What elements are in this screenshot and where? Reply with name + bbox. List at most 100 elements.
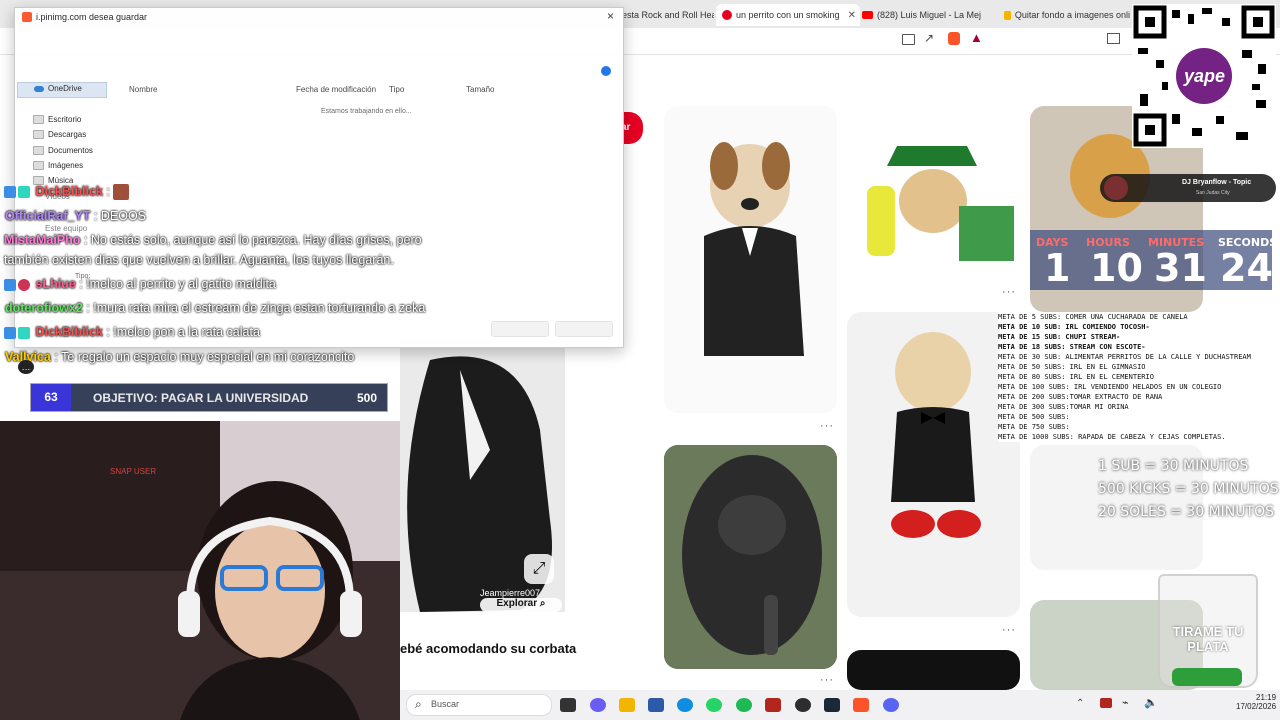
brave-icon[interactable] [853, 698, 869, 712]
copilot-icon[interactable] [590, 698, 606, 712]
sidebar-item-descargas[interactable]: Descargas [33, 130, 86, 139]
share-icon[interactable]: ↗ [924, 31, 934, 45]
sidebar-onedrive[interactable]: OneDrive [17, 82, 107, 98]
more-options-icon[interactable]: ··· [820, 674, 834, 686]
file-explorer-icon[interactable] [619, 698, 635, 712]
rule-sub: 1 SUB = 30 MINUTOS [1098, 458, 1249, 474]
app-icon[interactable] [765, 698, 781, 712]
streamer-webcam-image [0, 421, 400, 720]
chevron-up-icon[interactable]: ⌃ [1076, 698, 1084, 709]
folder-icon [33, 146, 44, 155]
pin-user: Jeampierre007 [480, 588, 541, 598]
store-icon[interactable] [648, 698, 664, 712]
goal-item: META DE 10 SUB: IRL COMIENDO TOCOSH- [998, 323, 1150, 331]
album-art [1104, 176, 1128, 200]
goal-bar: 63 OBJETIVO: PAGAR LA UNIVERSIDAD 500 [30, 383, 388, 412]
wifi-icon[interactable]: ⌁ [1122, 696, 1129, 709]
chat-text: : DEOOS [93, 209, 147, 223]
subathon-rules: 1 SUB = 30 MINUTOS 500 KICKS = 30 MINUTO… [1098, 455, 1279, 524]
whatsapp-icon[interactable] [706, 698, 722, 712]
chat-text: : Te regalo un espacio muy especial en m… [54, 350, 355, 364]
goal-item: META DE 750 SUBS: [998, 423, 1070, 431]
help-icon[interactable] [601, 66, 611, 76]
sidebar-item-documentos[interactable]: Documentos [33, 146, 93, 155]
chat-text: : !melco pon a la rata calata [106, 325, 260, 339]
tab-label: Quitar fondo a imagenes onli [1014, 10, 1130, 20]
discord-icon[interactable] [883, 698, 899, 712]
gift-badge-icon [18, 186, 30, 198]
save-button[interactable] [491, 321, 549, 337]
steam-icon[interactable] [824, 698, 840, 712]
pin-dog-money[interactable] [847, 106, 1020, 281]
tab-quitar-fondo[interactable]: Quitar fondo a imagenes onli [1004, 4, 1130, 26]
save-pin-button[interactable]: ar [621, 112, 643, 144]
tab-luis-miguel[interactable]: (828) Luis Miguel - La Mej [862, 4, 992, 26]
pin-dog-suit[interactable] [664, 106, 837, 413]
more-options-icon[interactable]: ··· [1002, 286, 1016, 298]
remove-bg-icon [1004, 10, 1011, 20]
explore-button[interactable]: Explorar ⌕ [480, 598, 562, 612]
column-tamano[interactable]: Tamaño [466, 85, 494, 94]
chat-text: : No estás solo, aunque así lo parezca. … [83, 233, 422, 247]
goal-item: META DE 300 SUBS:TOMAR MI ORINA [998, 403, 1129, 411]
column-nombre[interactable]: Nombre [129, 85, 157, 94]
chat-user: MistaMaiPho [4, 233, 81, 247]
goal-item: META DE 1000 SUBS: RAPADA DE CABEZA Y CE… [998, 433, 1226, 441]
expand-icon[interactable]: ⤢ [524, 554, 554, 584]
gorilla-image [664, 445, 837, 669]
obs-icon[interactable] [795, 698, 811, 712]
tray-app-icon[interactable] [1100, 698, 1112, 708]
column-tipo[interactable]: Tipo [389, 85, 404, 94]
edge-icon[interactable] [677, 698, 693, 712]
sidebar-item-imagenes[interactable]: Imágenes [33, 161, 83, 170]
song-artist: San Judas City [1196, 190, 1230, 196]
spotify-icon[interactable] [736, 698, 752, 712]
screenshot-icon[interactable] [902, 34, 915, 45]
yape-logo: yape [1184, 66, 1226, 86]
close-icon[interactable]: × [607, 9, 614, 23]
pin-caption: ebé acomodando su corbata [400, 641, 577, 656]
tab-perrito-smoking[interactable]: un perrito con un smoking ✕ [716, 4, 860, 26]
goal-current: 63 [31, 384, 71, 411]
sidebar-item-escritorio[interactable]: Escritorio [33, 115, 81, 124]
sidebar-item-este-equipo[interactable]: Este equipo [45, 224, 87, 233]
sub-badge-icon [4, 278, 16, 291]
column-fecha[interactable]: Fecha de modificación [296, 85, 376, 94]
goal-item: META DE 100 SUBS: IRL VENDIENDO HELADOS … [998, 383, 1222, 391]
brave-icon [22, 12, 32, 22]
taskbar-clock[interactable]: 21:19 17/02/2026 [1236, 693, 1276, 711]
loading-text: Estamos trabajando en ello... [321, 108, 412, 115]
more-options-icon[interactable]: ··· [1002, 624, 1016, 636]
cancel-button[interactable] [555, 321, 613, 337]
chat-message: DickBiblick : !melco pon a la rata calat… [4, 325, 260, 339]
goal-item: META DE 200 SUBS:TOMAR EXTRACTO DE RANA [998, 393, 1163, 401]
brave-rewards-icon[interactable]: ▲ [970, 30, 983, 45]
speaker-icon[interactable]: 🔈 [1144, 696, 1158, 709]
pin-bottom[interactable] [847, 650, 1020, 690]
pin-gorilla[interactable] [664, 445, 837, 669]
brave-shields-icon[interactable] [948, 32, 960, 45]
jar-label: TIRAME TU PLATA [1172, 624, 1244, 654]
goal-item: META DE 30 SUB: ALIMENTAR PERRITOS DE LA… [998, 353, 1251, 361]
pin-closeup-image[interactable]: ⤢ Jeampierre007 Explorar ⌕ [400, 340, 565, 612]
more-options-icon[interactable]: ··· [820, 420, 834, 432]
countdown-days: 1 [1044, 246, 1071, 290]
save-file-dialog: i.pinimg.com desea guardar × OneDrive Es… [14, 7, 624, 348]
sidebar-label: Descargas [48, 130, 87, 139]
tab-rock-and-roll[interactable]: esta Rock and Roll Hea [622, 4, 714, 26]
sidebar-toggle-icon[interactable] [1107, 33, 1120, 44]
search-placeholder: Buscar [431, 699, 460, 709]
goal-item: META DE 15 SUB: CHUPI STREAM- [998, 333, 1121, 341]
youtube-icon [862, 11, 873, 19]
subathon-countdown: DAYS 1 HOURS 10 MINUTES 31 SECONDS 24 [1030, 230, 1277, 290]
close-tab-icon[interactable]: ✕ [848, 10, 856, 21]
goal-target: 500 [357, 391, 378, 405]
pin-puppy-tuxedo[interactable] [847, 312, 1020, 617]
dog-in-suit-image [704, 142, 804, 356]
chat-user: doterofiowx2 [5, 301, 83, 315]
clock-time: 21:19 [1256, 693, 1277, 702]
song-title: DJ Bryanflow - Topic [1182, 179, 1252, 186]
taskbar-search[interactable]: ⌕ Buscar [406, 694, 552, 716]
sidebar-label: Imágenes [48, 161, 84, 170]
task-view-icon[interactable] [560, 698, 576, 712]
